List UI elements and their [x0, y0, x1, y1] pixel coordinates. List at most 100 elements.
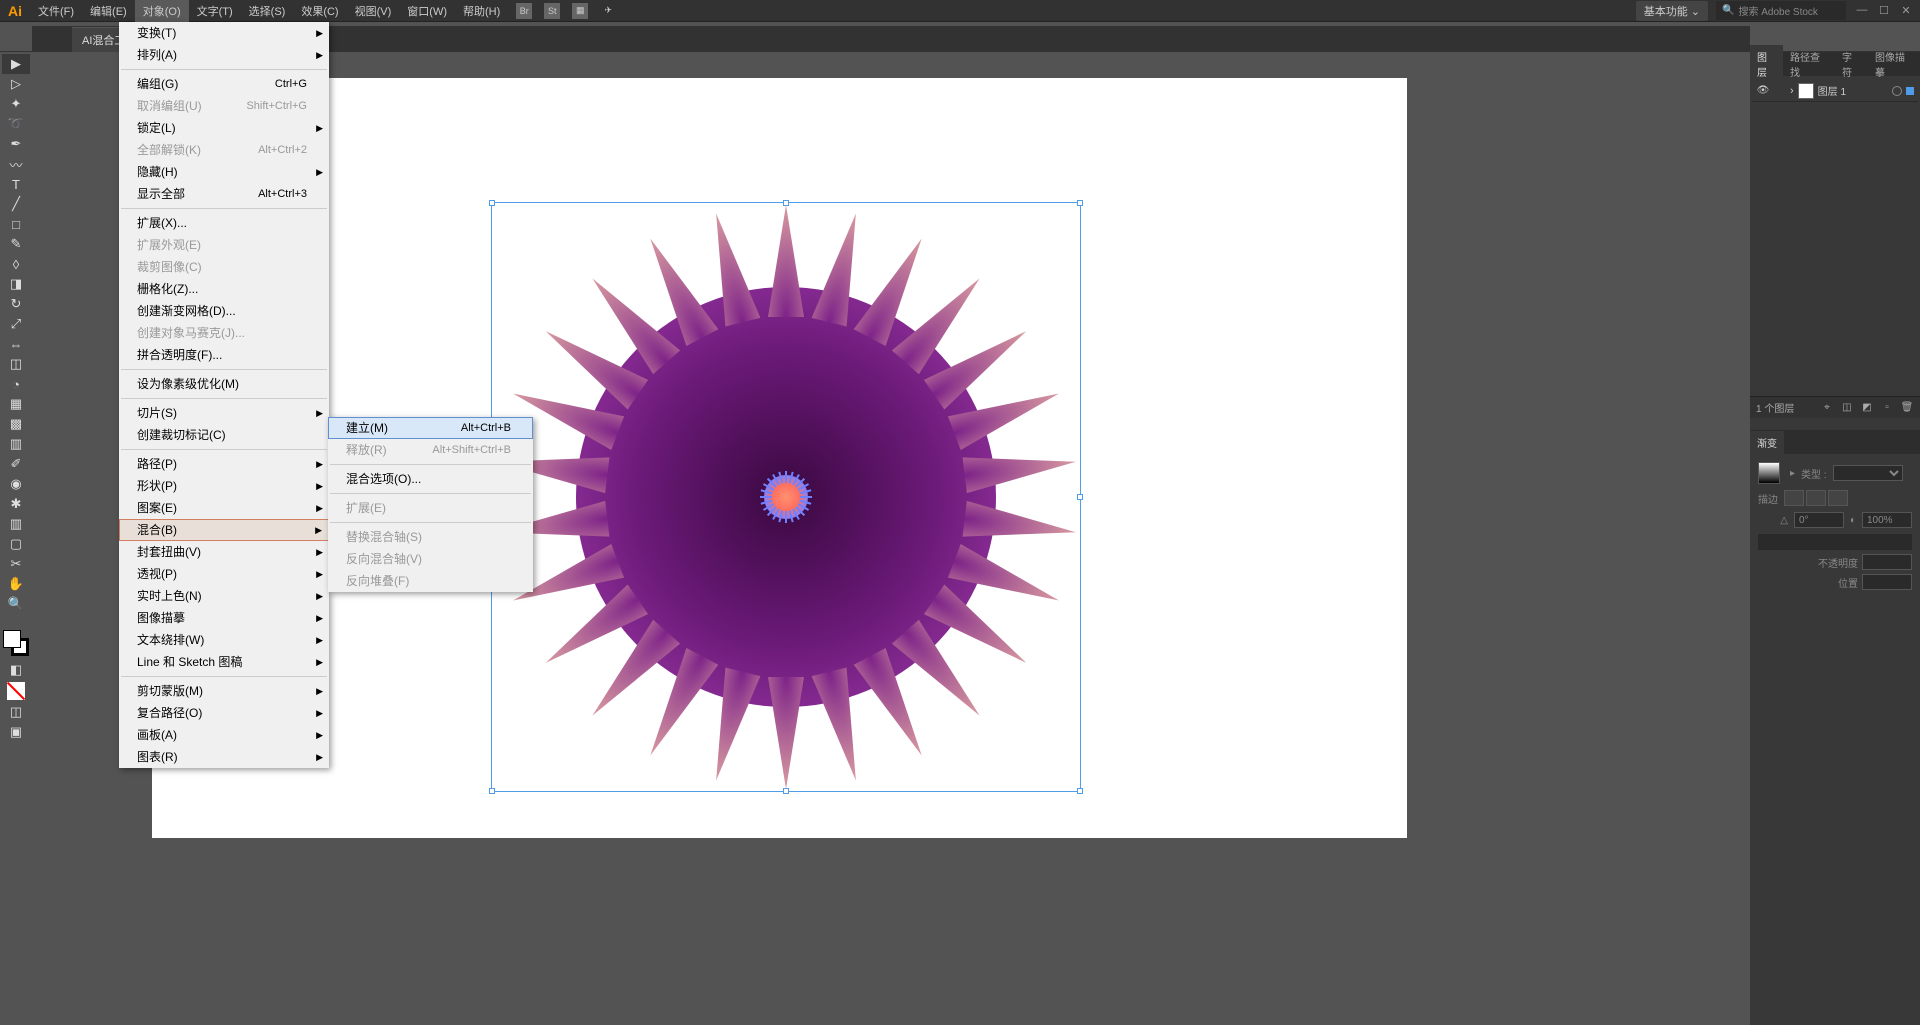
- eraser-tool[interactable]: ◨: [2, 274, 30, 294]
- pen-tool[interactable]: ✒: [2, 134, 30, 154]
- menu-item[interactable]: 图像描摹▶: [119, 607, 329, 629]
- artwork-star[interactable]: [491, 202, 1081, 792]
- blend-tool[interactable]: ◉: [2, 474, 30, 494]
- color-swatches[interactable]: [0, 626, 32, 660]
- menu-item[interactable]: 透视(P)▶: [119, 563, 329, 585]
- menu-item[interactable]: 创建裁切标记(C): [119, 424, 329, 446]
- stroke-gradient-across-icon[interactable]: [1828, 490, 1848, 506]
- menu-item[interactable]: 复合路径(O)▶: [119, 702, 329, 724]
- menu-item[interactable]: 设为像素级优化(M): [119, 373, 329, 395]
- stock-icon[interactable]: St: [544, 3, 560, 19]
- rotate-tool[interactable]: ↻: [2, 294, 30, 314]
- menu-item[interactable]: 变换(T)▶: [119, 22, 329, 44]
- curvature-tool[interactable]: 〰: [2, 154, 30, 174]
- maximize-button[interactable]: ☐: [1876, 4, 1892, 17]
- hand-tool[interactable]: ✋: [2, 574, 30, 594]
- menu-item[interactable]: 隐藏(H)▶: [119, 161, 329, 183]
- gradient-tool[interactable]: ▥: [2, 434, 30, 454]
- fill-swatch[interactable]: [3, 630, 21, 648]
- menu-item[interactable]: 混合选项(O)...: [328, 468, 533, 490]
- draw-mode[interactable]: ◫: [2, 702, 30, 722]
- menu-item[interactable]: 剪切蒙版(M)▶: [119, 680, 329, 702]
- visibility-toggle-icon[interactable]: 👁: [1756, 84, 1770, 98]
- symbol-sprayer-tool[interactable]: ✱: [2, 494, 30, 514]
- paintbrush-tool[interactable]: ✎: [2, 234, 30, 254]
- menu-item[interactable]: 切片(S)▶: [119, 402, 329, 424]
- menu-file[interactable]: 文件(F): [30, 0, 82, 23]
- menu-edit[interactable]: 编辑(E): [82, 0, 135, 23]
- screen-mode[interactable]: ▣: [2, 722, 30, 742]
- menu-item[interactable]: Line 和 Sketch 图稿▶: [119, 651, 329, 673]
- minimize-button[interactable]: —: [1854, 4, 1870, 17]
- none-swatch[interactable]: [7, 682, 25, 700]
- menu-item[interactable]: 画板(A)▶: [119, 724, 329, 746]
- graph-tool[interactable]: ▥: [2, 514, 30, 534]
- gradient-opacity-input[interactable]: [1862, 554, 1912, 570]
- gradient-angle-input[interactable]: [1794, 512, 1844, 528]
- make-clipping-mask-icon[interactable]: ◫: [1840, 401, 1854, 415]
- new-layer-icon[interactable]: ▫: [1880, 401, 1894, 415]
- menu-window[interactable]: 窗口(W): [399, 0, 455, 23]
- menu-item[interactable]: 拼合透明度(F)...: [119, 344, 329, 366]
- gradient-position-input[interactable]: [1862, 574, 1912, 590]
- menu-item[interactable]: 实时上色(N)▶: [119, 585, 329, 607]
- lasso-tool[interactable]: ➰: [2, 114, 30, 134]
- shaper-tool[interactable]: ◊: [2, 254, 30, 274]
- zoom-tool[interactable]: 🔍: [2, 594, 30, 614]
- shape-builder-tool[interactable]: ◔: [2, 374, 30, 394]
- gradient-type-select[interactable]: [1833, 465, 1903, 481]
- rectangle-tool[interactable]: □: [2, 214, 30, 234]
- slice-tool[interactable]: ✂: [2, 554, 30, 574]
- menu-item[interactable]: 锁定(L)▶: [119, 117, 329, 139]
- menu-item[interactable]: 排列(A)▶: [119, 44, 329, 66]
- menu-item[interactable]: 显示全部Alt+Ctrl+3: [119, 183, 329, 205]
- menu-item[interactable]: 封套扭曲(V)▶: [119, 541, 329, 563]
- menu-item[interactable]: 创建渐变网格(D)...: [119, 300, 329, 322]
- menu-item[interactable]: 形状(P)▶: [119, 475, 329, 497]
- menu-effect[interactable]: 效果(C): [293, 0, 346, 23]
- menu-item[interactable]: 编组(G)Ctrl+G: [119, 73, 329, 95]
- layer-target-icon[interactable]: [1892, 86, 1902, 96]
- bridge-icon[interactable]: Br: [516, 3, 532, 19]
- scale-tool[interactable]: ⤢: [2, 314, 30, 334]
- magic-wand-tool[interactable]: ✦: [2, 94, 30, 114]
- selection-tool[interactable]: ▶: [2, 54, 30, 74]
- locate-object-icon[interactable]: ⌖: [1820, 401, 1834, 415]
- tab-gradient[interactable]: 渐变: [1750, 431, 1784, 454]
- workspace-selector[interactable]: 基本功能 ⌄: [1636, 1, 1708, 21]
- color-mode-toggle[interactable]: ◧: [2, 660, 30, 680]
- menu-help[interactable]: 帮助(H): [455, 0, 508, 23]
- menu-view[interactable]: 视图(V): [347, 0, 400, 23]
- menu-type[interactable]: 文字(T): [189, 0, 241, 23]
- new-sublayer-icon[interactable]: ◩: [1860, 401, 1874, 415]
- gpu-icon[interactable]: ✈: [600, 3, 616, 19]
- gradient-preview[interactable]: [1758, 462, 1780, 484]
- type-tool[interactable]: T: [2, 174, 30, 194]
- menu-item[interactable]: 混合(B)▶: [119, 519, 329, 541]
- stroke-gradient-within-icon[interactable]: [1784, 490, 1804, 506]
- gradient-slider[interactable]: [1758, 534, 1912, 550]
- perspective-tool[interactable]: ▦: [2, 394, 30, 414]
- gradient-ratio-input[interactable]: [1862, 512, 1912, 528]
- expand-icon[interactable]: ›: [1790, 85, 1794, 97]
- menu-item[interactable]: 图表(R)▶: [119, 746, 329, 768]
- artboard-tool[interactable]: ▢: [2, 534, 30, 554]
- stock-search[interactable]: 🔍搜索 Adobe Stock: [1716, 1, 1846, 20]
- menu-object[interactable]: 对象(O): [135, 0, 189, 23]
- width-tool[interactable]: ⇔: [2, 334, 30, 354]
- menu-select[interactable]: 选择(S): [241, 0, 294, 23]
- menu-item[interactable]: 建立(M)Alt+Ctrl+B: [328, 417, 533, 439]
- eyedropper-tool[interactable]: ✐: [2, 454, 30, 474]
- menu-item[interactable]: 扩展(X)...: [119, 212, 329, 234]
- line-tool[interactable]: ╱: [2, 194, 30, 214]
- menu-item[interactable]: 图案(E)▶: [119, 497, 329, 519]
- menu-item[interactable]: 栅格化(Z)...: [119, 278, 329, 300]
- stroke-gradient-along-icon[interactable]: [1806, 490, 1826, 506]
- menu-item[interactable]: 文本绕排(W)▶: [119, 629, 329, 651]
- free-transform-tool[interactable]: ◫: [2, 354, 30, 374]
- delete-layer-icon[interactable]: 🗑: [1900, 401, 1914, 415]
- menu-item[interactable]: 路径(P)▶: [119, 453, 329, 475]
- arrange-docs-icon[interactable]: ▦: [572, 3, 588, 19]
- layer-name[interactable]: 图层 1: [1818, 83, 1888, 98]
- close-button[interactable]: ✕: [1898, 4, 1914, 17]
